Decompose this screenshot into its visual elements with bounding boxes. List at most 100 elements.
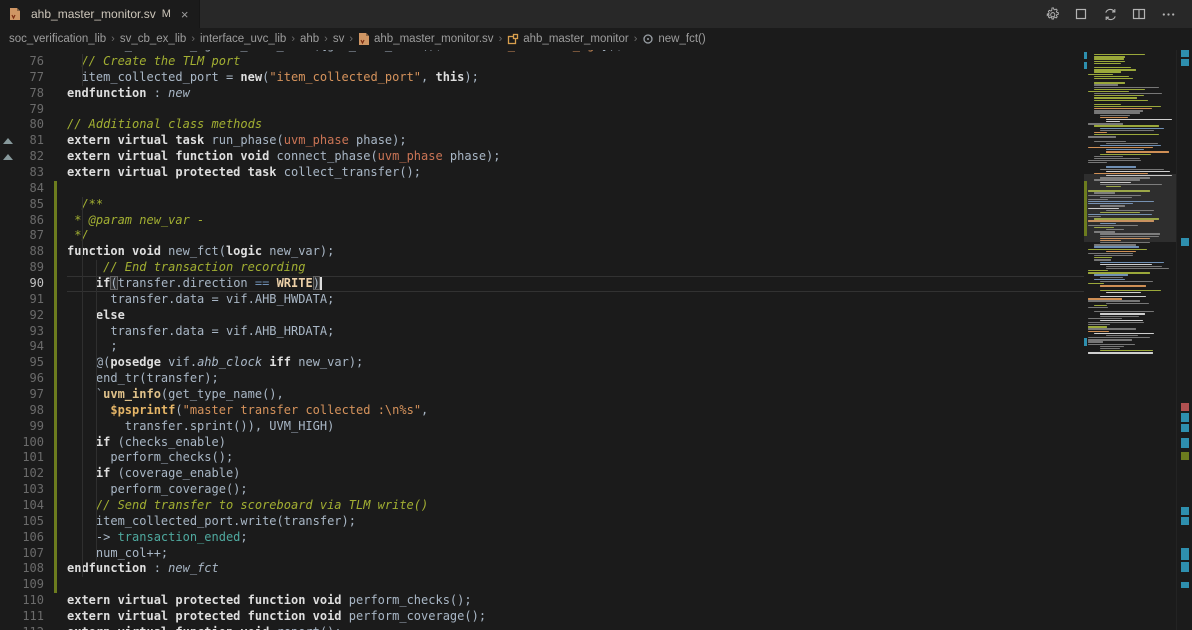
line-number[interactable]: 99 <box>30 419 44 435</box>
minimap[interactable] <box>1084 50 1177 630</box>
gutter-row[interactable]: 108 <box>0 561 67 577</box>
git-added-gutter-bar[interactable] <box>54 324 57 340</box>
gutter-row[interactable]: 109 <box>0 577 67 593</box>
code-line[interactable]: if (coverage_enable) <box>67 466 1084 482</box>
code-line[interactable]: extern virtual protected function void p… <box>67 609 1084 625</box>
gutter-row[interactable]: 79 <box>0 102 67 118</box>
git-added-gutter-bar[interactable] <box>54 371 57 387</box>
line-number[interactable]: 102 <box>22 466 44 482</box>
code-line[interactable]: // Additional class methods <box>67 117 1084 133</box>
compare-changes-icon[interactable] <box>1100 4 1120 24</box>
gutter-row[interactable]: 97 <box>0 387 67 403</box>
gutter-row[interactable]: 81 <box>0 133 67 149</box>
git-added-gutter-bar[interactable] <box>54 228 57 244</box>
gutter-row[interactable]: 102 <box>0 466 67 482</box>
git-added-gutter-bar[interactable] <box>54 530 57 546</box>
gutter-row[interactable]: 100 <box>0 435 67 451</box>
git-added-gutter-bar[interactable] <box>54 514 57 530</box>
code-line[interactable]: // Create the TLM port <box>67 54 1084 70</box>
line-number[interactable]: 98 <box>30 403 44 419</box>
breadcrumb-item[interactable]: new_fct() <box>642 33 705 45</box>
line-number[interactable]: 87 <box>30 228 44 244</box>
code-line[interactable]: num_col++; <box>67 546 1084 562</box>
code-line[interactable]: perform_coverage(); <box>67 482 1084 498</box>
code-line[interactable]: `uvm_info(get_type_name(), <box>67 387 1084 403</box>
code-line[interactable]: extern virtual function void report(); <box>67 625 1084 630</box>
gutter-row[interactable]: 112 <box>0 625 67 630</box>
git-added-gutter-bar[interactable] <box>54 355 57 371</box>
git-added-gutter-bar[interactable] <box>54 213 57 229</box>
git-added-gutter-bar[interactable] <box>54 498 57 514</box>
code-line[interactable]: extern virtual function void connect_pha… <box>67 149 1084 165</box>
gutter-row[interactable]: 92 <box>0 308 67 324</box>
gutter-row[interactable]: 103 <box>0 482 67 498</box>
code-line[interactable]: ; <box>67 339 1084 355</box>
breadcrumb-item[interactable]: ahb_master_monitor <box>507 33 628 45</box>
override-triangle-icon[interactable] <box>3 154 13 160</box>
line-number[interactable]: 108 <box>22 561 44 577</box>
code-line[interactable]: // End transaction recording <box>67 260 1084 276</box>
gutter-row[interactable]: 84 <box>0 181 67 197</box>
git-added-gutter-bar[interactable] <box>54 276 57 292</box>
git-added-gutter-bar[interactable] <box>54 260 57 276</box>
line-number[interactable]: 112 <box>22 625 44 630</box>
git-added-gutter-bar[interactable] <box>54 482 57 498</box>
code-line[interactable]: endfunction : new_fct <box>67 561 1084 577</box>
gutter-row[interactable]: 78 <box>0 86 67 102</box>
line-number[interactable]: 96 <box>30 371 44 387</box>
gutter-row[interactable]: 89 <box>0 260 67 276</box>
code-line[interactable]: * @param new_var - <box>67 213 1084 229</box>
code-editor[interactable]: 7576777879808182838485868788899091929394… <box>0 50 1192 630</box>
git-added-gutter-bar[interactable] <box>54 577 57 593</box>
line-number[interactable]: 89 <box>30 260 44 276</box>
line-number[interactable]: 103 <box>22 482 44 498</box>
gutter-row[interactable]: 110 <box>0 593 67 609</box>
line-number[interactable]: 82 <box>30 149 44 165</box>
gutter-row[interactable]: 94 <box>0 339 67 355</box>
code-line[interactable]: /** <box>67 197 1084 213</box>
layout-square-icon[interactable] <box>1071 4 1091 24</box>
breadcrumb-item[interactable]: sv <box>333 33 345 45</box>
git-added-gutter-bar[interactable] <box>54 546 57 562</box>
code-line[interactable]: end_tr(transfer); <box>67 371 1084 387</box>
gutter-row[interactable]: 82 <box>0 149 67 165</box>
git-added-gutter-bar[interactable] <box>54 466 57 482</box>
code-line[interactable] <box>67 577 1084 593</box>
code-line[interactable]: extern virtual protected function void p… <box>67 593 1084 609</box>
git-added-gutter-bar[interactable] <box>54 197 57 213</box>
line-number[interactable]: 109 <box>22 577 44 593</box>
code-line[interactable]: // Send transfer to scoreboard via TLM w… <box>67 498 1084 514</box>
line-number[interactable]: 86 <box>30 213 44 229</box>
line-number[interactable]: 111 <box>22 609 44 625</box>
code-line[interactable]: extern virtual task run_phase(uvm_phase … <box>67 133 1084 149</box>
gutter-row[interactable]: 105 <box>0 514 67 530</box>
code-line[interactable]: @(posedge vif.ahb_clock iff new_var); <box>67 355 1084 371</box>
line-number[interactable]: 93 <box>30 324 44 340</box>
line-number[interactable]: 92 <box>30 308 44 324</box>
gutter-row[interactable]: 107 <box>0 546 67 562</box>
gutter-row[interactable]: 95 <box>0 355 67 371</box>
minimap-slider[interactable] <box>1084 174 1177 242</box>
line-number[interactable]: 97 <box>30 387 44 403</box>
line-number[interactable]: 100 <box>22 435 44 451</box>
git-added-gutter-bar[interactable] <box>54 339 57 355</box>
tab-ahb-master-monitor[interactable]: ahb_master_monitor.sv M × <box>0 0 200 28</box>
line-number[interactable]: 94 <box>30 339 44 355</box>
line-number[interactable]: 104 <box>22 498 44 514</box>
line-number[interactable]: 79 <box>30 102 44 118</box>
git-added-gutter-bar[interactable] <box>54 181 57 197</box>
split-editor-icon[interactable] <box>1129 4 1149 24</box>
git-added-gutter-bar[interactable] <box>54 419 57 435</box>
gutter-row[interactable]: 111 <box>0 609 67 625</box>
code-line[interactable]: item_collected_port = new("item_collecte… <box>67 70 1084 86</box>
gutter-row[interactable]: 91 <box>0 292 67 308</box>
line-number[interactable]: 105 <box>22 514 44 530</box>
code-line[interactable]: item_collected_port.write(transfer); <box>67 514 1084 530</box>
override-triangle-icon[interactable] <box>3 138 13 144</box>
gutter[interactable]: 7576777879808182838485868788899091929394… <box>0 50 67 630</box>
git-added-gutter-bar[interactable] <box>54 387 57 403</box>
gutter-row[interactable]: 101 <box>0 450 67 466</box>
breadcrumb-item[interactable]: interface_uvc_lib <box>200 33 286 45</box>
gutter-row[interactable]: 90 <box>0 276 67 292</box>
breadcrumb-item[interactable]: ahb <box>300 33 319 45</box>
